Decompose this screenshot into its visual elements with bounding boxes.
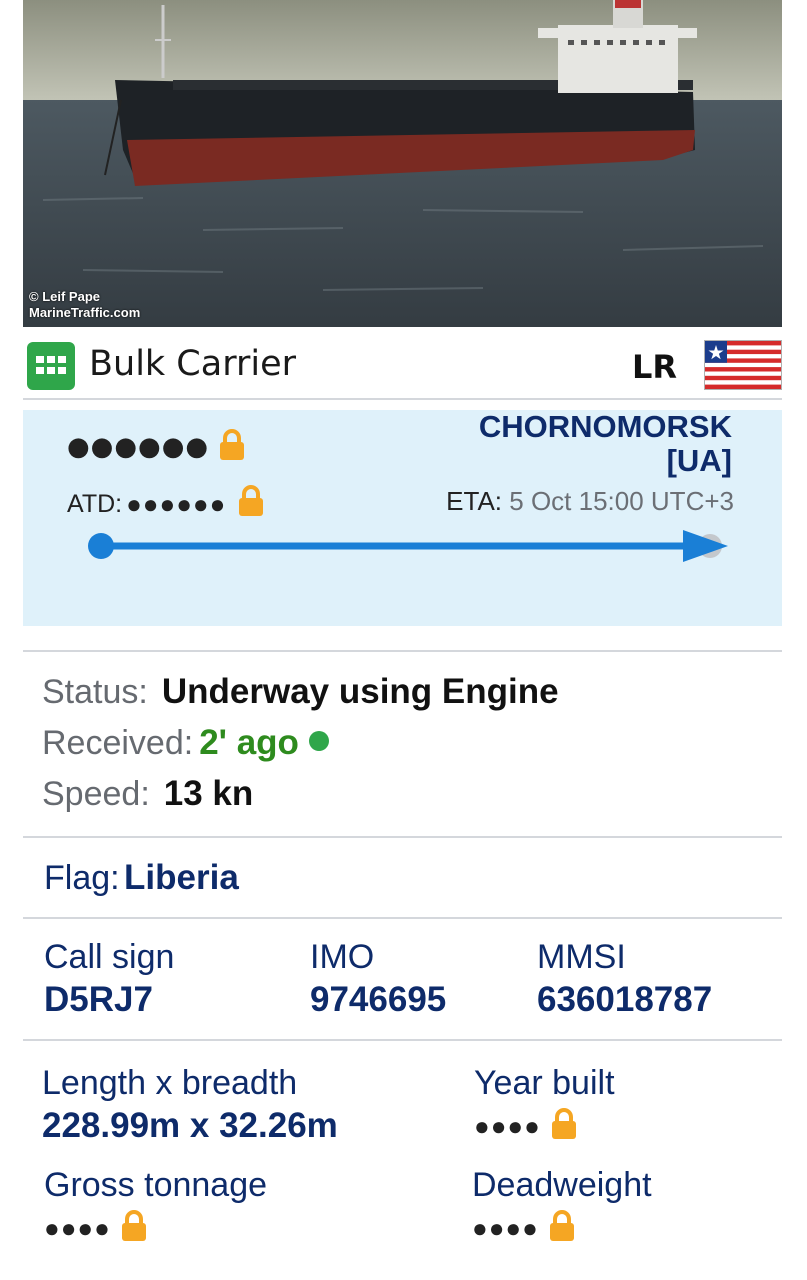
origin-marker	[88, 533, 114, 559]
year-built-label: Year built	[474, 1064, 615, 1102]
callsign-value: D5RJ7	[44, 980, 153, 1019]
photo-credit: © Leif Pape MarineTraffic.com	[29, 289, 140, 321]
progress-arrow-icon	[683, 530, 728, 562]
imo-field: IMO 9746695	[310, 936, 446, 1022]
speed-label: Speed:	[42, 775, 150, 813]
gross-tonnage-masked-value: ●●●●	[44, 1212, 111, 1243]
received-value: 2' ago	[199, 723, 299, 762]
gross-tonnage-field: Gross tonnage ●●●●	[44, 1164, 267, 1250]
flag-label: Flag:	[44, 859, 120, 897]
year-built-field: Year built ●●●●	[474, 1062, 615, 1148]
atd-label: ATD:	[67, 490, 123, 518]
destination-country: [UA]	[666, 443, 732, 478]
status-row: Status: Underway using Engine	[42, 672, 559, 723]
status-value: Underway using Engine	[161, 672, 559, 711]
callsign-label: Call sign	[44, 938, 175, 976]
departure-port: ●●●●●●	[67, 428, 247, 466]
vessel-photo[interactable]: © Leif Pape MarineTraffic.com	[23, 0, 782, 327]
voyage-progress-bar	[88, 530, 728, 562]
liberia-flag-icon	[704, 340, 782, 390]
photo-credit-source: MarineTraffic.com	[29, 305, 141, 320]
length-breadth-value: 228.99m x 32.26m	[42, 1106, 338, 1145]
vessel-type-row: Bulk Carrier LR	[23, 330, 782, 400]
lock-icon[interactable]	[217, 428, 247, 466]
departure-masked-value: ●●●●●●	[67, 432, 210, 462]
deadweight-field: Deadweight ●●●●	[472, 1164, 652, 1250]
mmsi-value: 636018787	[537, 980, 713, 1019]
divider	[23, 917, 782, 919]
eta-value: 5 Oct 15:00 UTC+3	[509, 486, 734, 516]
status-block: Status: Underway using Engine Received: …	[42, 672, 559, 825]
mmsi-field: MMSI 636018787	[537, 936, 712, 1022]
speed-value: 13 kn	[163, 774, 254, 813]
divider	[23, 650, 782, 652]
voyage-panel[interactable]: ●●●●●● CHORNOMORSK [UA] ATD: ●●●●●● ETA:…	[23, 410, 782, 626]
received-label: Received:	[42, 724, 194, 762]
length-breadth-label: Length x breadth	[42, 1064, 298, 1102]
received-row: Received: 2' ago	[42, 723, 559, 774]
gross-tonnage-label: Gross tonnage	[44, 1166, 268, 1204]
atd-masked-value: ●●●●●●	[126, 489, 227, 519]
mmsi-label: MMSI	[537, 938, 626, 976]
lock-icon[interactable]	[547, 1209, 577, 1248]
online-dot-icon	[308, 731, 329, 751]
photo-credit-author: © Leif Pape	[29, 289, 100, 304]
eta-label: ETA:	[446, 486, 503, 516]
flag-value: Liberia	[124, 858, 239, 897]
lock-icon[interactable]	[236, 484, 266, 525]
status-label: Status:	[42, 673, 148, 711]
ship-image	[23, 0, 782, 327]
destination-port[interactable]: CHORNOMORSK [UA]	[479, 410, 732, 478]
vessel-details-page: © Leif Pape MarineTraffic.com Bulk Carri…	[0, 0, 807, 1280]
speed-row: Speed: 13 kn	[42, 774, 559, 825]
deadweight-label: Deadweight	[472, 1166, 652, 1204]
vessel-type-label: Bulk Carrier	[89, 344, 297, 384]
deadweight-masked-value: ●●●●	[472, 1212, 539, 1243]
lock-icon[interactable]	[119, 1209, 149, 1248]
imo-label: IMO	[310, 938, 375, 976]
flag-row: Flag: Liberia	[44, 858, 239, 898]
divider	[23, 1039, 782, 1041]
destination-name: CHORNOMORSK	[478, 409, 732, 444]
flag-country-code: LR	[632, 348, 678, 386]
atd-row: ATD: ●●●●●●	[67, 484, 266, 525]
year-built-masked-value: ●●●●	[474, 1110, 541, 1141]
lock-icon[interactable]	[549, 1107, 579, 1146]
length-breadth-field: Length x breadth 228.99m x 32.26m	[42, 1062, 338, 1148]
imo-value: 9746695	[310, 980, 447, 1019]
cargo-grid-icon	[27, 342, 75, 390]
callsign-field: Call sign D5RJ7	[44, 936, 174, 1022]
eta-row: ETA: 5 Oct 15:00 UTC+3	[446, 486, 734, 517]
divider	[23, 836, 782, 838]
